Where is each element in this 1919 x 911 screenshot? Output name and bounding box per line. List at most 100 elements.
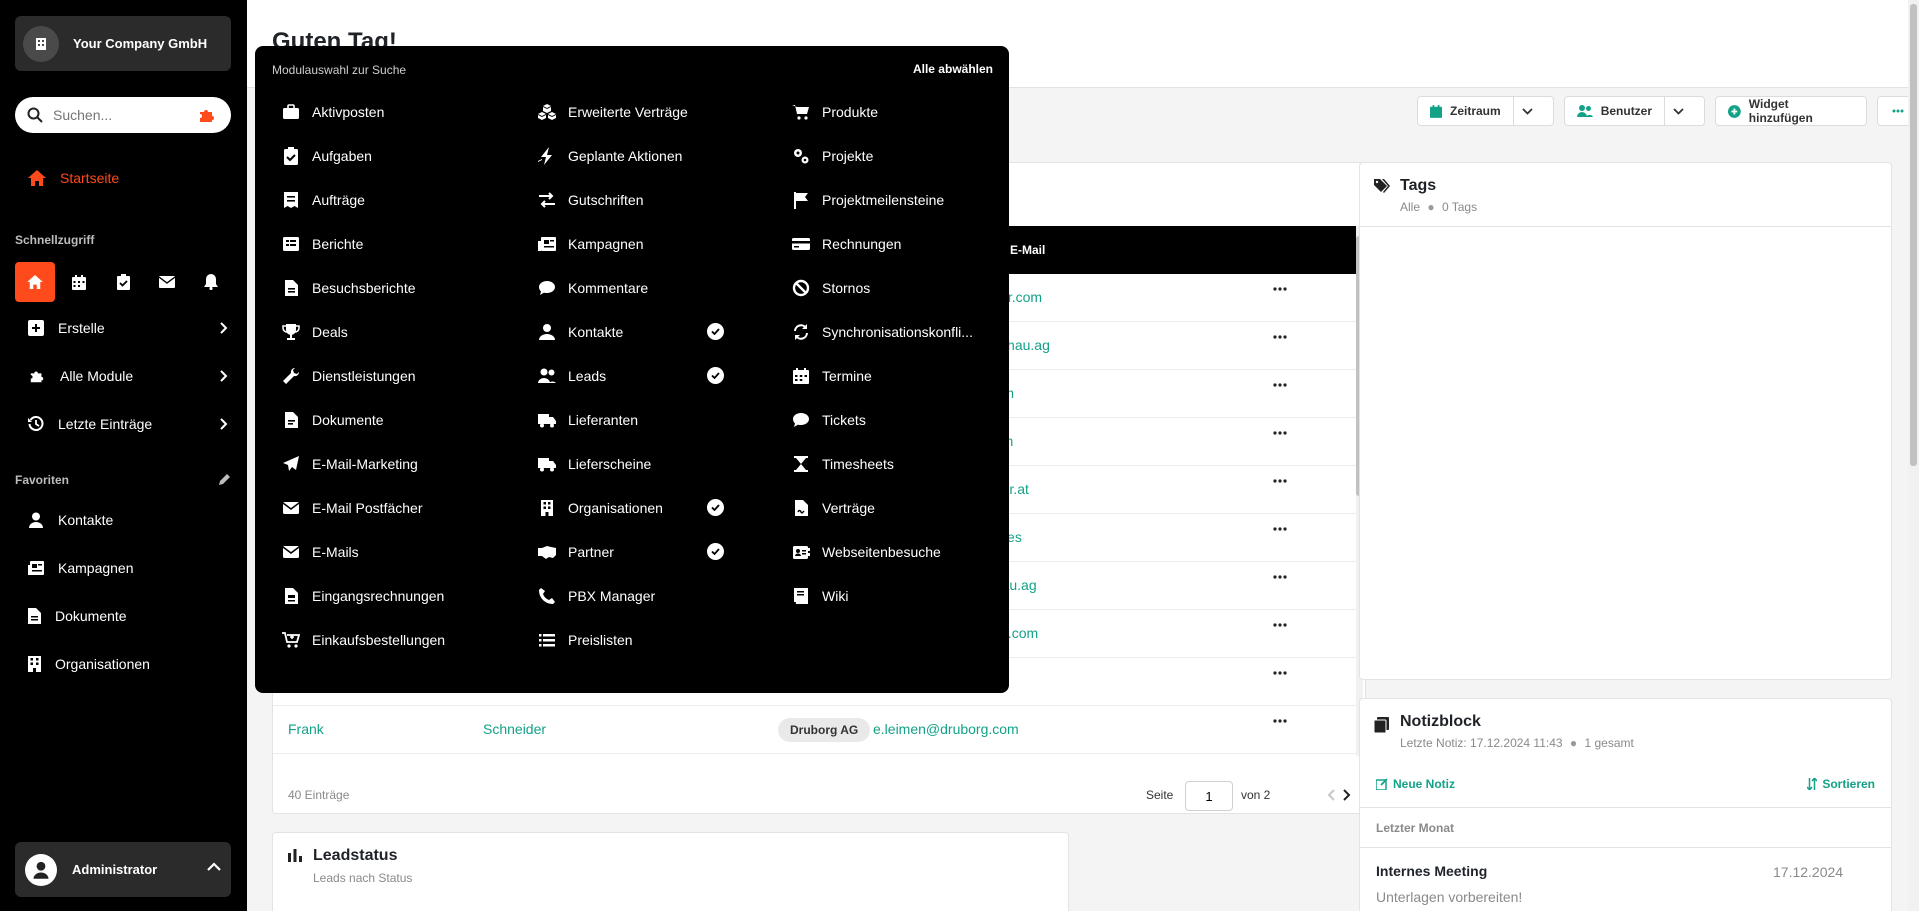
row-actions-icon[interactable]	[1273, 479, 1287, 483]
deselect-all-button[interactable]: Alle abwählen	[913, 62, 993, 76]
module-option[interactable]: Dokumente	[282, 409, 384, 431]
check-circle-icon[interactable]	[707, 499, 724, 516]
module-option[interactable]: Lieferscheine	[538, 453, 651, 475]
book-icon	[794, 588, 808, 604]
add-widget-button[interactable]: Widget hinzufügen	[1715, 96, 1867, 126]
module-option[interactable]: Synchronisationskonfli...	[792, 321, 973, 343]
module-option-label: Aktivposten	[312, 104, 385, 120]
module-option[interactable]: Leads	[538, 365, 606, 387]
module-option[interactable]: E-Mail Postfächer	[282, 497, 422, 519]
quick-calendar[interactable]	[59, 262, 99, 302]
user-menu[interactable]: Administrator	[15, 842, 231, 897]
calendar-icon	[1430, 104, 1442, 118]
module-option[interactable]: Termine	[792, 365, 872, 387]
module-option[interactable]: Einkaufsbestellungen	[282, 629, 445, 651]
module-option[interactable]: Tickets	[792, 409, 866, 431]
sidebar: Your Company GmbH Startseite Schnellzugr…	[0, 0, 247, 911]
row-actions-icon[interactable]	[1273, 623, 1287, 627]
column-email[interactable]: E-Mail	[1010, 243, 1045, 257]
sidebar-item-letzte-eintraege[interactable]: Letzte Einträge	[28, 416, 228, 432]
module-option[interactable]: Preislisten	[538, 629, 633, 651]
module-option[interactable]: Wiki	[792, 585, 848, 607]
sidebar-item-dokumente[interactable]: Dokumente	[28, 608, 228, 624]
module-option[interactable]: Eingangsrechnungen	[282, 585, 444, 607]
row-actions-icon[interactable]	[1273, 383, 1287, 387]
module-option[interactable]: Projektmeilensteine	[792, 189, 944, 211]
check-circle-icon[interactable]	[707, 367, 724, 384]
row-actions-icon[interactable]	[1273, 287, 1287, 291]
quick-mail[interactable]	[147, 262, 187, 302]
module-option[interactable]: Berichte	[282, 233, 363, 255]
module-option[interactable]: Dienstleistungen	[282, 365, 416, 387]
pencil-icon[interactable]	[218, 473, 231, 486]
sidebar-item-kontakte[interactable]: Kontakte	[28, 512, 228, 528]
module-option[interactable]: Partner	[538, 541, 614, 563]
chevron-right-icon[interactable]	[1343, 789, 1351, 801]
module-option[interactable]: Stornos	[792, 277, 870, 299]
user-icon	[33, 861, 49, 879]
sort-button[interactable]: Sortieren	[1807, 777, 1875, 791]
module-option[interactable]: Timesheets	[792, 453, 894, 475]
module-option[interactable]: Kommentare	[538, 277, 648, 299]
sidebar-item-organisationen[interactable]: Organisationen	[28, 656, 228, 672]
module-option[interactable]: PBX Manager	[538, 585, 655, 607]
quick-home[interactable]	[15, 262, 55, 302]
company-switcher[interactable]: Your Company GmbH	[15, 16, 231, 71]
zeitraum-button[interactable]: Zeitraum	[1417, 96, 1554, 126]
benutzer-dropdown[interactable]	[1664, 96, 1692, 126]
module-option[interactable]: Rechnungen	[792, 233, 901, 255]
module-option[interactable]: Produkte	[792, 101, 878, 123]
module-option[interactable]: Gutschriften	[538, 189, 643, 211]
page-scrollbar[interactable]	[1908, 0, 1919, 911]
module-option[interactable]: Lieferanten	[538, 409, 638, 431]
cell-first-name[interactable]: Frank	[288, 721, 324, 737]
module-option[interactable]: Kampagnen	[538, 233, 644, 255]
chevron-left-icon[interactable]	[1327, 789, 1335, 801]
module-option[interactable]: Kontakte	[538, 321, 623, 343]
benutzer-button[interactable]: Benutzer	[1563, 96, 1706, 126]
row-actions-icon[interactable]	[1273, 719, 1287, 723]
module-option[interactable]: Organisationen	[538, 497, 663, 519]
quick-tasks[interactable]	[103, 262, 143, 302]
nav-startseite[interactable]: Startseite	[28, 170, 119, 186]
sidebar-item-erstelle[interactable]: Erstelle	[28, 320, 228, 336]
row-actions-icon[interactable]	[1273, 431, 1287, 435]
cart-plus-icon	[282, 632, 300, 648]
cell-organisation-badge[interactable]: Druborg AG	[778, 718, 871, 742]
file-text-icon	[28, 608, 41, 624]
zeitraum-dropdown[interactable]	[1512, 96, 1541, 126]
module-option[interactable]: Geplante Aktionen	[538, 145, 682, 167]
chevron-down-icon	[1673, 107, 1684, 115]
module-option[interactable]: Deals	[282, 321, 348, 343]
module-option[interactable]: Erweiterte Verträge	[538, 101, 688, 123]
puzzle-icon[interactable]	[198, 106, 216, 124]
module-option[interactable]: Besuchsberichte	[282, 277, 416, 299]
check-circle-icon[interactable]	[707, 543, 724, 560]
module-option[interactable]: Verträge	[792, 497, 875, 519]
module-option[interactable]: Aufträge	[282, 189, 365, 211]
global-search[interactable]	[15, 97, 231, 133]
sidebar-item-alle-module[interactable]: Alle Module	[28, 368, 228, 384]
table-row[interactable]: Frank Schneider Druborg AG e.leimen@drub…	[273, 706, 1357, 754]
module-option[interactable]: Webseitenbesuche	[792, 541, 941, 563]
module-option[interactable]: E-Mail-Marketing	[282, 453, 418, 475]
module-option[interactable]: Aufgaben	[282, 145, 372, 167]
check-circle-icon[interactable]	[707, 323, 724, 340]
new-note-button[interactable]: Neue Notiz	[1376, 777, 1455, 791]
module-option-label: Timesheets	[822, 456, 894, 472]
row-actions-icon[interactable]	[1273, 527, 1287, 531]
row-actions-icon[interactable]	[1273, 671, 1287, 675]
row-actions-icon[interactable]	[1273, 575, 1287, 579]
search-input[interactable]	[53, 107, 183, 123]
tags-filter[interactable]: Alle	[1400, 200, 1420, 214]
note-title[interactable]: Internes Meeting	[1376, 863, 1487, 879]
page-number-input[interactable]	[1185, 781, 1233, 811]
sidebar-item-kampagnen[interactable]: Kampagnen	[28, 560, 228, 576]
module-option[interactable]: Aktivposten	[282, 101, 384, 123]
module-option[interactable]: Projekte	[792, 145, 873, 167]
cell-last-name[interactable]: Schneider	[483, 721, 546, 737]
row-actions-icon[interactable]	[1273, 335, 1287, 339]
cell-email[interactable]: e.leimen@druborg.com	[873, 721, 1019, 737]
quick-notifications[interactable]	[191, 262, 231, 302]
module-option[interactable]: E-Mails	[282, 541, 359, 563]
